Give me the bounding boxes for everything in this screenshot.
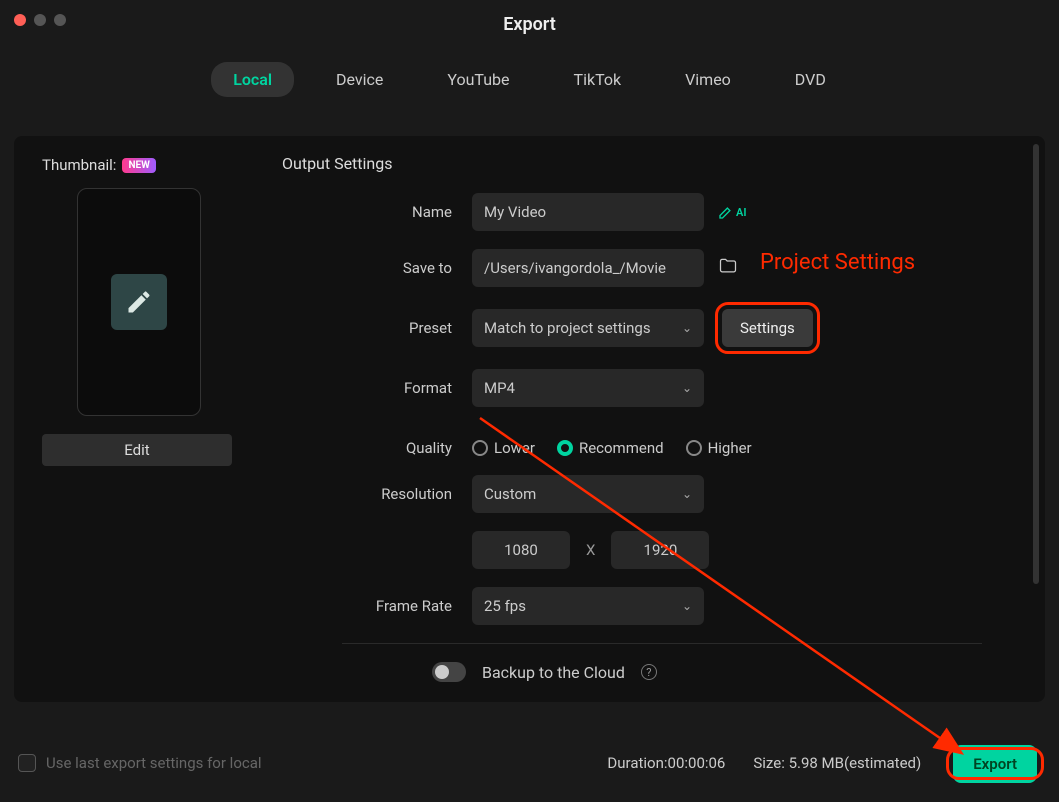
- thumbnail-pane: Thumbnail: NEW Edit: [14, 136, 264, 702]
- saveto-input[interactable]: /Users/ivangordola_/Movie: [472, 249, 704, 287]
- annotation-project-settings-label: Project Settings: [760, 250, 915, 275]
- tab-tiktok[interactable]: TikTok: [552, 62, 644, 97]
- quality-lower-radio[interactable]: Lower: [472, 439, 535, 457]
- resolution-width-input[interactable]: 1080: [472, 531, 570, 569]
- resolution-height-input[interactable]: 1920: [611, 531, 709, 569]
- size-info: Size: 5.98 MB(estimated): [753, 754, 921, 772]
- backup-cloud-toggle[interactable]: [432, 662, 466, 682]
- format-select[interactable]: MP4 ⌄: [472, 369, 704, 407]
- chevron-down-icon: ⌄: [682, 599, 692, 613]
- chevron-down-icon: ⌄: [682, 381, 692, 395]
- saveto-label: Save to: [282, 259, 472, 277]
- tab-youtube[interactable]: YouTube: [425, 62, 531, 97]
- chevron-down-icon: ⌄: [682, 321, 692, 335]
- name-label: Name: [282, 203, 472, 221]
- resolution-x-label: X: [586, 541, 595, 559]
- ai-name-icon[interactable]: AI: [718, 204, 747, 220]
- tab-local[interactable]: Local: [211, 62, 294, 97]
- name-input[interactable]: My Video: [472, 193, 704, 231]
- use-last-settings-label: Use last export settings for local: [46, 754, 262, 772]
- format-label: Format: [282, 379, 472, 397]
- tab-device[interactable]: Device: [314, 62, 405, 97]
- pencil-icon: [111, 274, 167, 330]
- help-icon[interactable]: ?: [641, 664, 657, 680]
- preset-settings-button[interactable]: Settings: [722, 309, 813, 347]
- annotation-settings-outline: Settings: [718, 305, 817, 351]
- new-badge: NEW: [122, 158, 155, 173]
- duration-info: Duration:00:00:06: [607, 754, 725, 772]
- export-button[interactable]: Export: [953, 745, 1037, 783]
- folder-icon[interactable]: [718, 256, 738, 280]
- quality-recommend-radio[interactable]: Recommend: [557, 439, 664, 457]
- output-settings-pane: Output Settings Name My Video AI Save to…: [264, 136, 1045, 702]
- thumbnail-preview[interactable]: [77, 188, 201, 416]
- quality-higher-radio[interactable]: Higher: [686, 439, 752, 457]
- scrollbar[interactable]: [1033, 144, 1039, 584]
- chevron-down-icon: ⌄: [682, 487, 692, 501]
- preset-label: Preset: [282, 319, 472, 337]
- preset-select[interactable]: Match to project settings ⌄: [472, 309, 704, 347]
- framerate-select[interactable]: 25 fps ⌄: [472, 587, 704, 625]
- resolution-label: Resolution: [282, 485, 472, 503]
- divider: [342, 643, 982, 644]
- body-area: Thumbnail: NEW Edit Output Settings Name…: [14, 136, 1045, 702]
- framerate-label: Frame Rate: [282, 597, 472, 615]
- use-last-settings-checkbox[interactable]: [18, 754, 36, 772]
- tab-dvd[interactable]: DVD: [773, 62, 848, 97]
- page-title: Export: [0, 14, 1059, 35]
- annotation-export-outline: Export: [949, 750, 1041, 777]
- tab-vimeo[interactable]: Vimeo: [663, 62, 753, 97]
- resolution-select[interactable]: Custom ⌄: [472, 475, 704, 513]
- thumbnail-label: Thumbnail:: [42, 156, 116, 174]
- footer: Use last export settings for local Durat…: [14, 738, 1045, 788]
- edit-thumbnail-button[interactable]: Edit: [42, 434, 232, 466]
- quality-label: Quality: [282, 439, 472, 457]
- backup-cloud-label: Backup to the Cloud: [482, 663, 625, 682]
- export-tabs: Local Device YouTube TikTok Vimeo DVD: [0, 62, 1059, 97]
- output-settings-heading: Output Settings: [282, 154, 1027, 173]
